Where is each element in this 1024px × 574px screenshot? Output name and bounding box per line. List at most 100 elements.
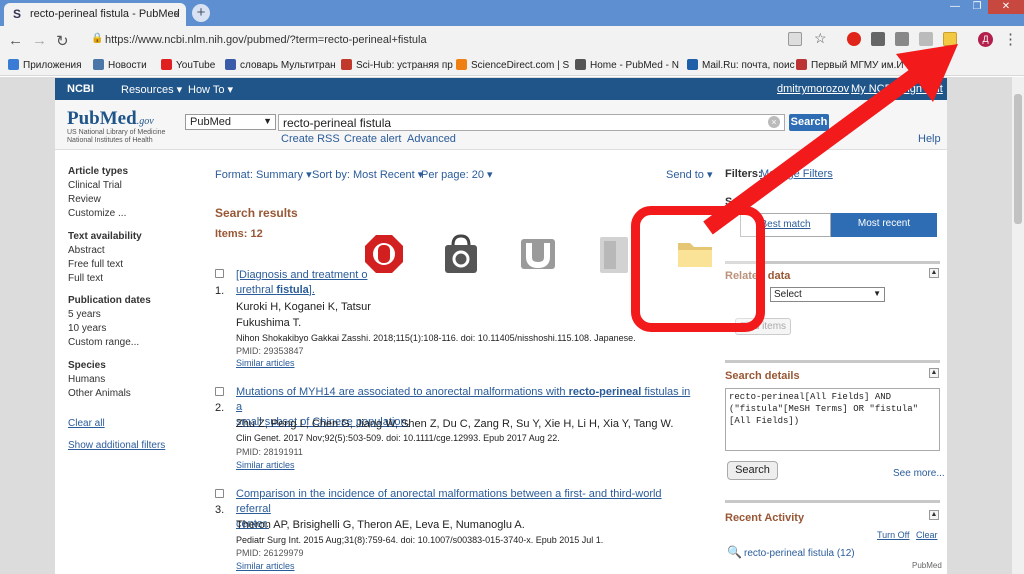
u-shield-icon <box>521 239 555 269</box>
new-tab-button[interactable]: + <box>192 4 210 22</box>
tab-title: recto-perineal fistula - PubMed <box>30 8 180 20</box>
collapse-icon[interactable]: ▲ <box>929 510 939 520</box>
similar-articles-link[interactable]: Similar articles <box>236 358 295 368</box>
forward-icon[interactable]: → <box>32 32 47 49</box>
search-details-title: Search details <box>725 370 800 382</box>
see-more-link[interactable]: See more... <box>893 468 945 479</box>
result-checkbox[interactable] <box>215 489 224 498</box>
bookmark-item[interactable]: Приложения <box>8 59 82 71</box>
restore-window-icon[interactable]: ❐ <box>966 0 988 14</box>
grey-puzzle-icon <box>600 237 628 273</box>
similar-articles-link[interactable]: Similar articles <box>236 561 295 571</box>
result-checkbox[interactable] <box>215 387 224 396</box>
bookmark-label: Sci-Hub: устраняя пр <box>356 60 453 71</box>
chevron-down-icon: ▼ <box>263 116 272 126</box>
howto-label: How To <box>188 84 225 96</box>
clear-all-link[interactable]: Clear all <box>68 418 105 429</box>
create-rss-link[interactable]: Create RSS <box>281 133 340 145</box>
logo-sub-1: US National Library of Medicine <box>67 129 166 136</box>
filter-abstract[interactable]: Abstract <box>68 245 105 256</box>
bookmark-item[interactable]: Home - PubMed - N <box>575 59 679 71</box>
bookmark-favicon-icon <box>161 59 172 70</box>
close-window-icon[interactable]: ✕ <box>988 0 1024 14</box>
bookmark-label: Home - PubMed - N <box>590 60 679 71</box>
clear-recent-link[interactable]: Clear <box>916 530 938 540</box>
bookmark-favicon-icon <box>8 59 19 70</box>
filter-full-text[interactable]: Full text <box>68 273 103 284</box>
result-journal: Clin Genet. 2017 Nov;92(5):503-509. doi:… <box>236 433 560 443</box>
result-journal: Nihon Shokakibyo Gakkai Zasshi. 2018;115… <box>236 333 636 343</box>
filter-5-years[interactable]: 5 years <box>68 309 101 320</box>
format-dropdown[interactable]: Format: Summary ▾ <box>215 168 312 181</box>
filter-custom-range[interactable]: Custom range... <box>68 337 139 348</box>
result-pmid: PMID: 29353847 <box>236 346 304 356</box>
bookmark-item[interactable]: словарь Мультитран <box>225 59 336 71</box>
items-count: Items: 12 <box>215 228 263 240</box>
result-number: 2. <box>215 402 225 414</box>
text-availability-title: Text availability <box>68 231 142 242</box>
filter-review[interactable]: Review <box>68 194 101 205</box>
search-query: recto-perineal fistula <box>283 116 392 130</box>
filter-free-full-text[interactable]: Free full text <box>68 259 123 270</box>
minimize-window-icon[interactable]: — <box>944 0 966 14</box>
back-icon[interactable]: ← <box>8 32 23 49</box>
bookmark-item[interactable]: ScienceDirect.com | S <box>456 59 569 71</box>
close-tab-icon[interactable]: × <box>173 7 180 21</box>
related-data-select[interactable]: Select ▼ <box>770 287 885 302</box>
result-checkbox[interactable] <box>215 269 224 278</box>
search-details-textarea[interactable]: recto-perineal[All Fields] AND ("fistula… <box>725 388 940 451</box>
create-alert-link[interactable]: Create alert <box>344 133 401 145</box>
opera-stop-icon <box>365 235 403 273</box>
browser-tab-bar: S recto-perineal fistula - PubMed × + — … <box>0 0 1024 26</box>
browser-tab[interactable]: S recto-perineal fistula - PubMed × <box>4 3 186 26</box>
collapse-icon[interactable]: ▲ <box>929 368 939 378</box>
result-authors: Theron AP, Brisighelli G, Theron AE, Lev… <box>236 519 525 531</box>
filter-customize[interactable]: Customize ... <box>68 208 126 219</box>
similar-articles-link[interactable]: Similar articles <box>236 460 295 470</box>
show-additional-filters-link[interactable]: Show additional filters <box>68 440 165 451</box>
database-select[interactable]: PubMed ▼ <box>185 114 276 130</box>
bookmark-favicon-icon <box>225 59 236 70</box>
turn-off-link[interactable]: Turn Off <box>877 530 910 540</box>
bookmark-item[interactable]: Sci-Hub: устраняя пр <box>341 59 453 71</box>
scrollbar-thumb[interactable] <box>1014 94 1022 224</box>
recent-activity-item[interactable]: recto-perineal fistula (12) <box>744 548 855 559</box>
title-pre: urethral <box>236 284 277 296</box>
chevron-down-icon: ▼ <box>873 289 881 298</box>
pubmed-logo[interactable]: PubMed.gov <box>67 108 154 130</box>
result-pmid: PMID: 28191911 <box>236 447 303 457</box>
logo-sub-2: National Institutes of Health <box>67 137 153 144</box>
url-text[interactable]: https://www.ncbi.nlm.nih.gov/pubmed/?ter… <box>105 34 427 46</box>
reload-icon[interactable]: ↻ <box>56 32 69 50</box>
filter-humans[interactable]: Humans <box>68 374 105 385</box>
resources-menu[interactable]: Resources ▾ <box>121 83 182 96</box>
bookmark-label: ScienceDirect.com | S <box>471 60 570 71</box>
logo-suffix: .gov <box>136 116 154 127</box>
per-page-dropdown[interactable]: Per page: 20 ▾ <box>421 168 493 181</box>
collapse-icon[interactable]: ▲ <box>929 268 939 278</box>
pointer-arrow <box>703 44 958 235</box>
menu-icon[interactable]: ⋮ <box>1003 30 1018 48</box>
bookmark-label: Новости <box>108 60 147 71</box>
filter-other-animals[interactable]: Other Animals <box>68 388 131 399</box>
advanced-search-link[interactable]: Advanced <box>407 133 456 145</box>
sort-label: Sort by: Most Recent <box>312 169 415 181</box>
title-pre: Mutations of MYH14 are associated to ano… <box>236 386 569 398</box>
title-line: [Diagnosis and treatment o <box>236 269 368 281</box>
related-select-value: Select <box>774 289 802 300</box>
howto-menu[interactable]: How To ▾ <box>188 83 233 96</box>
bookmark-item[interactable]: Новости <box>93 59 147 71</box>
title-bold: recto-perineal <box>568 386 642 398</box>
bookmark-item[interactable]: YouTube <box>161 59 215 71</box>
bookmark-favicon-icon <box>456 59 467 70</box>
bookmark-favicon-icon <box>93 59 104 70</box>
filter-clinical-trial[interactable]: Clinical Trial <box>68 180 122 191</box>
search-details-search-button[interactable]: Search <box>727 461 778 480</box>
result-authors-cont: Fukushima T. <box>236 317 302 329</box>
ncbi-logo[interactable]: NCBI <box>67 83 94 95</box>
profile-avatar[interactable]: Д <box>978 32 993 47</box>
sort-dropdown[interactable]: Sort by: Most Recent ▾ <box>312 168 423 181</box>
filter-10-years[interactable]: 10 years <box>68 323 106 334</box>
section-divider <box>725 500 940 503</box>
logo-subtitle: US National Library of Medicine National … <box>67 129 165 145</box>
